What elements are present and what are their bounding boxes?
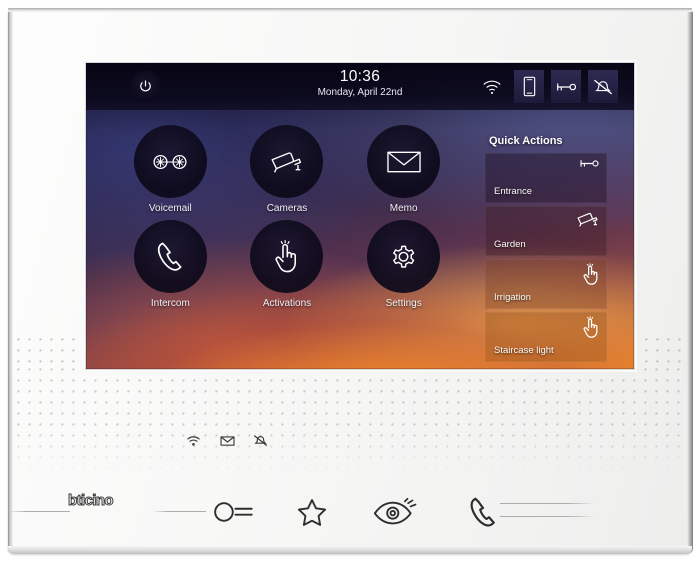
hand-touch-icon — [275, 239, 297, 272]
app-label: Intercom — [150, 298, 190, 309]
app-activations[interactable]: Activations — [229, 220, 346, 309]
app-voicemail[interactable]: Voicemail — [112, 125, 229, 214]
wifi-icon — [483, 80, 501, 94]
smartphone-icon — [523, 76, 535, 97]
status-bell-muted-icon[interactable] — [588, 70, 618, 103]
door-lock-button[interactable] — [208, 495, 260, 529]
favorites-button[interactable] — [290, 495, 334, 529]
bell-muted-icon — [594, 79, 612, 94]
cctv-camera-icon — [271, 151, 302, 173]
app-disc — [367, 125, 441, 198]
quick-action-label: Irrigation — [494, 292, 531, 303]
key-icon — [578, 157, 600, 175]
app-disc — [250, 220, 324, 293]
cctv-camera-icon — [576, 210, 600, 234]
logo-hairline-left — [8, 511, 70, 512]
status-key-icon[interactable] — [551, 70, 581, 103]
envelope-led-icon — [219, 434, 235, 452]
call-hairline-upper — [500, 503, 596, 504]
app-memo[interactable]: Memo — [345, 125, 462, 214]
key-icon — [557, 82, 577, 91]
status-icon-tray — [477, 70, 618, 103]
quick-action-label: Entrance — [494, 186, 533, 197]
device-edge-bottom — [8, 546, 692, 554]
app-disc — [133, 125, 207, 198]
app-cameras[interactable]: Cameras — [229, 125, 346, 214]
status-led-row — [186, 433, 268, 453]
device-edge-right — [687, 8, 693, 554]
logo-hairline-right — [152, 511, 206, 512]
app-disc — [250, 125, 324, 198]
key-circle-icon — [214, 502, 253, 522]
device-edge-left — [8, 8, 13, 554]
speaker-grille — [17, 368, 692, 476]
app-settings[interactable]: Settings — [345, 220, 462, 309]
app-label: Voicemail — [148, 203, 192, 214]
app-disc — [367, 220, 441, 293]
eye-icon — [373, 498, 417, 525]
app-grid: Voicemail Cameras Memo Intercom Activati… — [112, 125, 462, 309]
device-body: 10:36 Monday, April 22nd Voicemail Camer… — [8, 8, 692, 554]
quick-action-irrigation[interactable]: Irrigation — [485, 259, 607, 309]
call-hairline-lower — [500, 516, 596, 517]
hand-touch-icon — [582, 263, 600, 291]
app-disc — [133, 220, 207, 293]
speaker-grille-right — [634, 338, 692, 370]
phone-handset-icon — [470, 497, 495, 526]
app-label: Memo — [389, 203, 418, 214]
app-label: Activations — [262, 298, 312, 309]
app-intercom[interactable]: Intercom — [112, 220, 229, 309]
status-smartphone-icon[interactable] — [514, 70, 544, 103]
touchscreen-display[interactable]: 10:36 Monday, April 22nd Voicemail Camer… — [86, 63, 634, 369]
brand-logo-text: bticino — [68, 491, 115, 509]
star-icon — [297, 498, 327, 526]
bell-muted-led-icon — [253, 434, 268, 452]
quick-action-entrance[interactable]: Entrance — [485, 153, 607, 203]
quick-action-staircase-light[interactable]: Staircase light — [485, 312, 607, 362]
quick-action-garden[interactable]: Garden — [485, 206, 607, 256]
phone-handset-icon — [158, 241, 182, 271]
quick-actions-title: Quick Actions — [489, 135, 563, 147]
quick-action-label: Garden — [494, 239, 526, 250]
camera-view-button[interactable] — [368, 495, 422, 529]
app-label: Cameras — [266, 203, 308, 214]
status-bar: 10:36 Monday, April 22nd — [86, 63, 634, 110]
hand-touch-icon — [582, 316, 600, 344]
speaker-grille-left — [17, 338, 85, 370]
call-button[interactable] — [462, 493, 504, 531]
quick-actions-panel: Quick Actions Entrance Garden Irrigation… — [485, 135, 607, 365]
gear-icon — [393, 245, 415, 268]
voicemail-icon — [153, 154, 187, 169]
app-label: Settings — [385, 298, 422, 309]
quick-action-label: Staircase light — [494, 345, 554, 356]
brand-logo: bticino — [68, 490, 150, 510]
wifi-led-icon — [186, 434, 201, 452]
status-wifi-icon[interactable] — [477, 70, 507, 103]
device-edge-top — [8, 8, 692, 12]
envelope-icon — [386, 151, 421, 172]
